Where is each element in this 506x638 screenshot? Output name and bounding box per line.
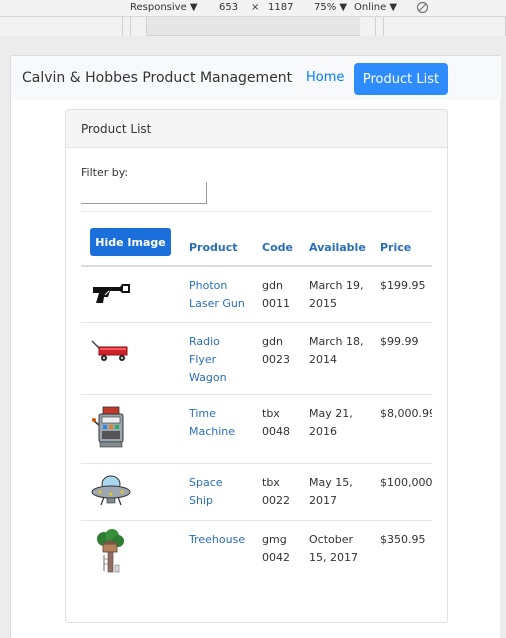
network-select[interactable]: Online ▼ — [354, 2, 397, 13]
column-header-price[interactable]: Price — [380, 241, 411, 254]
product-available-date: May 21, 2016 — [309, 407, 353, 438]
table-row: SpaceShip tbx0022 May 15,2017 $100,000.9 — [81, 464, 432, 521]
page-viewport: Calvin & Hobbes Product Management Home … — [10, 55, 501, 638]
product-price: $99.99 — [380, 335, 419, 348]
product-code: tbx 0048 — [262, 407, 290, 438]
table-row: Radio Flyer Wagon gdn 0023 March 18, 2014 $9… — [81, 323, 432, 395]
nav-product-list-link[interactable]: Product List — [354, 63, 448, 95]
product-available-date: October 15, 2017 — [309, 533, 358, 564]
table-row: Treehouse gmg 0042 October 15, 2017 $350.9… — [81, 521, 432, 583]
navbar: Calvin & Hobbes Product Management Home … — [11, 56, 501, 100]
filter-input[interactable] — [81, 182, 207, 204]
product-name-link[interactable]: Radio Flyer Wagon — [189, 333, 251, 387]
nav-home-link[interactable]: Home — [306, 70, 344, 85]
rotate-icon[interactable] — [416, 1, 429, 17]
product-available-date: March 19, 2015 — [309, 279, 364, 310]
product-name-link[interactable]: Photon Laser Gun — [189, 277, 251, 313]
product-code: gdn 0011 — [262, 279, 290, 310]
product-code: gmg 0042 — [262, 533, 290, 564]
product-code: gdn 0023 — [262, 335, 290, 366]
zoom-select[interactable]: 75% ▼ — [314, 2, 347, 13]
column-header-code[interactable]: Code — [262, 241, 293, 254]
product-available-date: May 15, 2017 — [309, 476, 353, 507]
device-toolbar: Responsive ▼ 653 × 1187 75% ▼ Online ▼ — [0, 0, 506, 17]
card-title: Product List — [81, 122, 152, 136]
product-available-date: March 18, 2014 — [309, 335, 364, 366]
hide-image-button[interactable]: Hide Image — [90, 228, 171, 256]
product-price: $100,000.9 — [380, 476, 432, 489]
height-field[interactable]: 1187 — [268, 2, 293, 13]
filter-label: Filter by: — [81, 166, 129, 179]
media-query-ruler — [0, 17, 506, 36]
table-row: Time Machine tbx 0048 May 21, 2016 $8,000.9… — [81, 395, 432, 464]
spaceship-icon — [90, 470, 132, 512]
product-list-card: Product List Filter by: Hide Image Produ… — [65, 109, 448, 623]
table-row: Photon Laser Gun gdn 0011 March 19, 2015 $1… — [81, 267, 432, 323]
dimension-separator: × — [251, 2, 260, 13]
product-price: $199.95 — [380, 279, 426, 292]
device-select[interactable]: Responsive ▼ — [130, 2, 198, 13]
ray-gun-icon — [90, 275, 132, 317]
brand-title[interactable]: Calvin & Hobbes Product Management — [22, 70, 292, 86]
product-price: $8,000.99 — [380, 407, 432, 420]
wagon-icon — [90, 331, 132, 373]
time-machine-icon — [90, 405, 132, 448]
product-name-link[interactable]: Time Machine — [189, 405, 251, 441]
column-header-product[interactable]: Product — [189, 241, 238, 254]
divider — [81, 211, 432, 212]
card-header: Product List — [66, 110, 447, 148]
product-name-link[interactable]: Space Ship — [189, 474, 251, 510]
width-field[interactable]: 653 — [219, 2, 238, 13]
treehouse-icon — [90, 529, 132, 573]
product-price: $350.95 — [380, 533, 426, 546]
product-code: tbx 0022 — [262, 476, 290, 507]
product-name-link[interactable]: Treehouse — [189, 531, 251, 549]
column-header-available[interactable]: Available — [309, 241, 366, 254]
